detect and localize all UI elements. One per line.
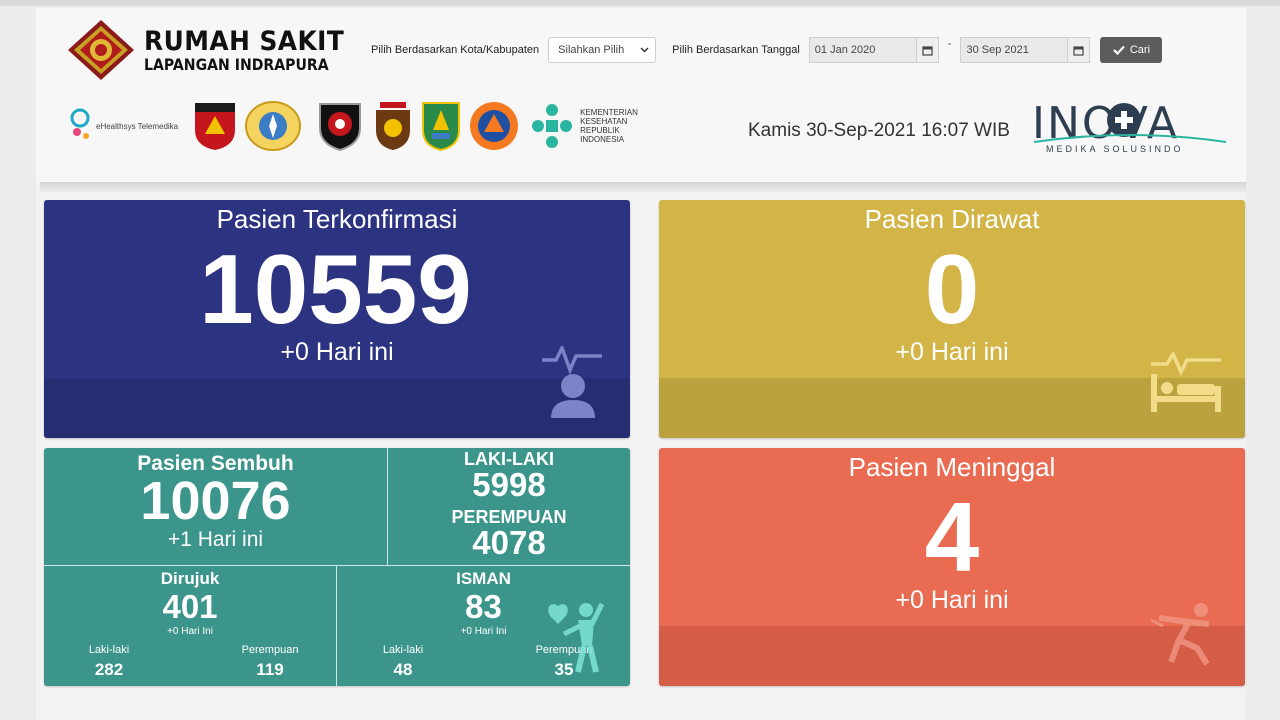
isman-male-value: 48	[393, 660, 413, 679]
kemenkes-line-3: REPUBLIK	[580, 126, 620, 135]
date-from-calendar-button[interactable]	[916, 37, 939, 63]
confirmed-value: 10559	[199, 234, 472, 344]
deceased-value: 4	[924, 482, 980, 592]
regional-seal-icon	[245, 101, 302, 151]
kemenkes-line-4: INDONESIA	[580, 135, 625, 144]
check-icon	[1113, 45, 1125, 55]
referred-female-value: 119	[256, 660, 284, 679]
healthy-person-icon	[548, 602, 605, 673]
date-from-input[interactable]: 01 Jan 2020	[808, 37, 917, 63]
confirmed-title: Pasien Terkonfirmasi	[216, 204, 458, 234]
polri-logo-icon	[319, 103, 362, 152]
recovered-today: +1 Hari ini	[167, 528, 264, 551]
recovered-male-value: 5998	[472, 466, 546, 503]
jatim-province-logo-icon	[422, 102, 461, 152]
date-filter-label: Pilih Berdasarkan Tanggal	[672, 44, 800, 56]
divider	[44, 565, 630, 566]
city-filter-label: Pilih Berdasarkan Kota/Kabupaten	[371, 44, 540, 56]
isman-title: ISMAN	[456, 569, 511, 588]
recovered-value: 10076	[140, 471, 291, 531]
filter-bar: Pilih Berdasarkan Kota/Kabupaten Silahka…	[371, 37, 1163, 63]
kemenkes-icon	[532, 104, 573, 148]
calendar-icon	[922, 45, 933, 56]
city-select[interactable]: Silahkan Pilih	[548, 37, 657, 63]
treated-title: Pasien Dirawat	[864, 204, 1040, 234]
referred-title: Dirujuk	[160, 569, 220, 588]
date-to-calendar-button[interactable]	[1068, 37, 1091, 63]
patient-monitor-icon	[542, 346, 602, 418]
ehealth-logo: eHealthsys Telemedika	[68, 108, 178, 144]
recovered-card: Pasien Sembuh 10076 +1 Hari ini LAKI-LAK…	[44, 448, 630, 686]
bpbd-logo-icon	[470, 102, 519, 150]
brand-title: RUMAH SAKIT	[144, 26, 345, 57]
falling-person-icon	[1150, 603, 1210, 666]
date-to-input[interactable]: 30 Sep 2021	[960, 37, 1069, 63]
deceased-card: Pasien Meninggal 4 +0 Hari ini	[659, 448, 1245, 686]
date-separator: -	[947, 38, 952, 50]
isman-male-label: Laki-laki	[382, 644, 424, 656]
treated-value: 0	[924, 234, 980, 344]
kemenkes-line-1: KEMENTERIAN	[580, 108, 638, 117]
inova-title: INOVA	[1032, 98, 1179, 144]
top-border	[0, 0, 1280, 6]
kemenkes-logo: KEMENTERIAN KESEHATAN REPUBLIK INDONESIA	[530, 102, 638, 150]
referred-male-label: Laki-laki	[88, 644, 130, 656]
referred-today: +0 Hari Ini	[167, 626, 213, 637]
referred-female-label: Perempuan	[241, 644, 299, 656]
kemenkes-text: KEMENTERIAN KESEHATAN REPUBLIK INDONESIA	[580, 108, 638, 144]
brand-subtitle: LAPANGAN INDRAPURA	[144, 55, 329, 74]
brand: RUMAH SAKIT LAPANGAN INDRAPURA	[66, 18, 362, 82]
header-shadow	[40, 182, 1246, 192]
partner-logos: eHealthsys Telemedika KEMENTERIAN KESEHA…	[68, 100, 638, 152]
search-button-label: Cari	[1129, 44, 1151, 56]
brawijaya-logo-icon	[195, 103, 236, 150]
referred-male-value: 282	[94, 660, 124, 679]
recovered-female-value: 4078	[472, 524, 546, 561]
deceased-title: Pasien Meninggal	[848, 452, 1056, 482]
inova-logo-icon: INOVA	[1032, 98, 1227, 144]
jatim-police-logo-icon	[376, 102, 411, 150]
ehealth-icon	[70, 108, 90, 139]
referred-value: 401	[162, 588, 218, 625]
ehealth-label: eHealthsys Telemedika	[96, 121, 179, 131]
search-button[interactable]: Cari	[1100, 37, 1163, 63]
hospital-bed-icon	[1151, 352, 1221, 412]
tni-emblem-icon	[68, 20, 134, 80]
kemenkes-line-2: KESEHATAN	[580, 117, 628, 126]
chevron-down-icon	[640, 47, 649, 53]
treated-card: Pasien Dirawat 0 +0 Hari ini	[659, 200, 1245, 438]
city-select-value: Silahkan Pilih	[558, 44, 625, 56]
calendar-icon	[1073, 45, 1085, 56]
current-datetime: Kamis 30-Sep-2021 16:07 WIB	[748, 120, 1010, 141]
inova-subtitle: MEDIKA SOLUSINDO	[1046, 144, 1184, 154]
dashboard-header: RUMAH SAKIT LAPANGAN INDRAPURA Pilih Ber…	[36, 8, 1246, 182]
confirmed-card: Pasien Terkonfirmasi 10559 +0 Hari ini	[44, 200, 630, 438]
